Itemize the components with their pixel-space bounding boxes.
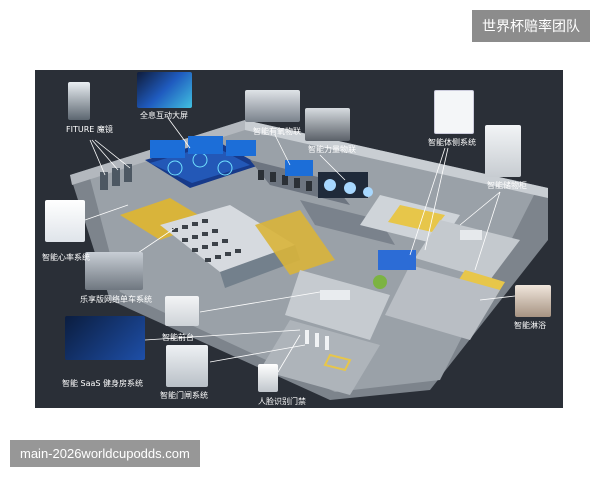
aerobic-screen: [285, 160, 313, 176]
treadmill: [294, 178, 300, 188]
back-screen: [226, 140, 256, 156]
label-smart-strength: 智能力量物联: [308, 145, 356, 154]
screen-light: [363, 187, 373, 197]
label-lexiang-bike: 乐享版网络单车系统: [80, 295, 152, 304]
label-interactive-screen: 全息互动大屏: [140, 111, 188, 120]
locker-thumb: [485, 125, 521, 177]
bike: [212, 229, 218, 233]
label-smart-shower: 智能淋浴: [514, 321, 546, 330]
treadmill: [306, 181, 312, 191]
bike: [212, 242, 218, 246]
bike: [202, 232, 208, 236]
face-recognition-thumb: [258, 364, 278, 392]
bike: [235, 249, 241, 253]
front-desk-thumb: [165, 296, 199, 326]
saas-thumb: [65, 316, 145, 360]
plant: [373, 275, 387, 289]
bike: [192, 235, 198, 239]
label-smart-locker: 智能储物柜: [487, 181, 527, 190]
aerobic-thumb: [245, 90, 300, 122]
treadmill: [258, 170, 264, 180]
front-desk: [320, 290, 350, 300]
treadmill: [282, 175, 288, 185]
shower-thumb: [515, 285, 551, 317]
label-face-recognition: 人脸识别门禁: [258, 397, 306, 406]
screen-light: [324, 179, 336, 191]
treadmill: [270, 172, 276, 182]
bike: [182, 225, 188, 229]
fiture-mirror-thumb: [68, 82, 90, 120]
mirror-unit: [100, 172, 108, 190]
label-smart-saas: 智能 SaaS 健身房系统: [62, 379, 144, 388]
label-smart-aerobic: 智能有氧物联: [253, 127, 301, 136]
gate: [315, 333, 319, 347]
bike: [192, 222, 198, 226]
label-fiture-mirror: FITURE 魔镜: [66, 125, 113, 134]
gym-floorplan-svg: [70, 117, 548, 400]
bike: [222, 239, 228, 243]
label-smart-body-test: 智能体侧系统: [428, 138, 476, 147]
gate: [325, 336, 329, 350]
bike: [202, 245, 208, 249]
heart-rate-thumb: [45, 200, 85, 242]
back-screen: [150, 140, 185, 158]
label-smart-gate: 智能门闸系统: [160, 391, 208, 400]
bike: [182, 238, 188, 242]
label-smart-heart-rate: 智能心率系统: [42, 253, 90, 262]
bike: [205, 258, 211, 262]
bike: [202, 219, 208, 223]
mirror-unit: [112, 168, 120, 186]
bike: [192, 248, 198, 252]
bike: [225, 252, 231, 256]
bike: [172, 228, 178, 232]
locker-block: [460, 230, 482, 240]
gate-thumb: [166, 345, 208, 387]
label-smart-front-desk: 智能前台: [162, 333, 194, 342]
body-test-thumb: [434, 90, 474, 134]
footer-url: main-2026worldcupodds.com: [10, 440, 200, 467]
screen-light: [344, 182, 356, 194]
bike-thumb: [85, 252, 143, 290]
bike: [215, 255, 221, 259]
interactive-screen-thumb: [137, 72, 192, 108]
strength-thumb: [305, 108, 350, 141]
gate: [305, 330, 309, 344]
back-screen: [188, 136, 223, 154]
